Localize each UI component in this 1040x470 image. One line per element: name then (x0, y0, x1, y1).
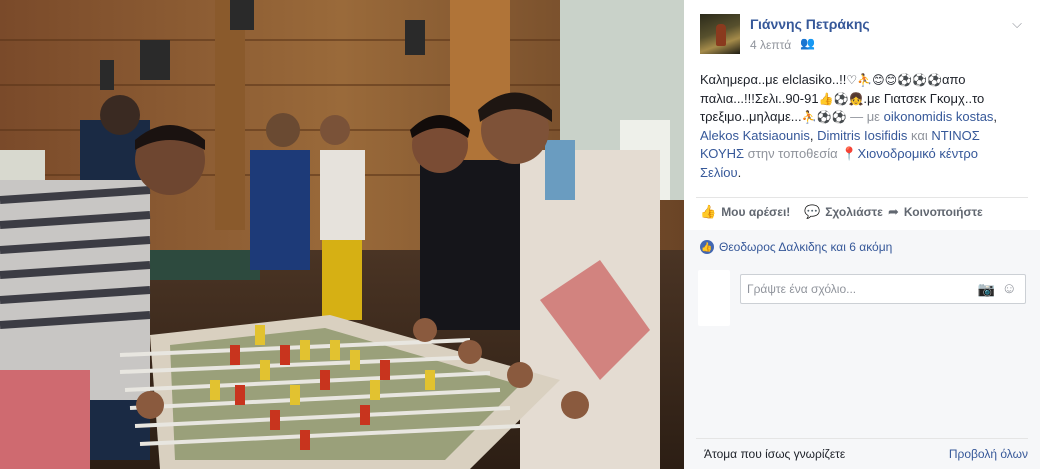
post-text-end: . (737, 164, 742, 180)
comment-input[interactable] (741, 275, 977, 303)
emoji-run: ⛹⚽⚽ (801, 110, 847, 124)
location-prefix: στην τοποθεσία (744, 146, 842, 161)
post-timestamp[interactable]: 4 λεπτά (750, 38, 791, 52)
comment-icon: 💬 (804, 204, 821, 219)
comment-button[interactable]: 💬 Σχολιάστε (804, 204, 883, 220)
share-label: Κοινοποιήστε (903, 205, 983, 219)
share-arrow-icon: ➦ (888, 204, 899, 219)
comment-label: Σχολιάστε (825, 205, 883, 219)
emoji-run: 👍⚽👧 (818, 91, 864, 106)
author-name[interactable]: Γιάννης Πετράκης (750, 16, 870, 32)
and-separator: και (907, 127, 932, 143)
comment-input-box[interactable]: 📷 ☺ (740, 274, 1026, 304)
tagged-person-link[interactable]: Dimitris Iosifidis (817, 128, 907, 143)
with-separator: — με (846, 109, 884, 124)
separator: , (993, 109, 998, 124)
post-header: Γιάννης Πετράκης 4 λεπτά 👥 ⌵ (700, 12, 1026, 56)
post-text-segment: Καλημερα..με elclasiko..!! (700, 72, 847, 87)
like-label: Μου αρέσει! (721, 205, 791, 219)
people-you-may-know-bar: Άτομα που ίσως γνωρίζετε Προβολή όλων (696, 438, 1028, 470)
chevron-down-icon[interactable]: ⌵ (1012, 16, 1022, 32)
smiley-icon[interactable]: ☺ (1002, 280, 1017, 297)
like-button[interactable]: 👍 Μου αρέσει! (700, 204, 790, 220)
suggestions-title: Άτομα που ίσως γνωρίζετε (704, 447, 846, 461)
location-pin-icon: 📍 (841, 146, 858, 161)
reactions-and-comments: 👍 Θεοδωρος Δαλκιδης και 6 ακόμη 📷 ☺ (684, 230, 1040, 469)
like-reaction-icon: 👍 (700, 240, 714, 254)
post-side-panel: Γιάννης Πετράκης 4 λεπτά 👥 ⌵ Καλημερα..μ… (684, 0, 1040, 469)
post-photo[interactable] (0, 0, 684, 469)
separator: , (809, 127, 818, 143)
viewer-avatar (698, 270, 730, 326)
share-button[interactable]: ➦ Κοινοποιήστε (888, 204, 983, 220)
tagged-person-link[interactable]: oikonomidis kostas (884, 109, 994, 124)
author-avatar[interactable] (700, 14, 740, 54)
reactions-summary[interactable]: 👍 Θεοδωρος Δαλκιδης και 6 ακόμη (700, 240, 892, 254)
camera-icon[interactable]: 📷 (978, 281, 995, 298)
divider (696, 197, 1028, 198)
thumbs-up-icon: 👍 (700, 204, 717, 219)
post-message: Καλημερα..με elclasiko..!!♡⛹😊😊⚽⚽⚽απο παλ… (700, 71, 1022, 182)
emoji-run: ♡⛹😊😊⚽⚽⚽ (846, 73, 942, 87)
reactions-names[interactable]: Θεοδωρος Δαλκιδης και 6 ακόμη (719, 240, 892, 254)
photo-image (0, 0, 684, 469)
see-all-link[interactable]: Προβολή όλων (949, 447, 1028, 461)
friends-icon[interactable]: 👥 (800, 36, 815, 50)
post-actions: 👍 Μου αρέσει! 💬 Σχολιάστε ➦ Κοινοποιήστε (700, 204, 1022, 224)
tagged-person-link[interactable]: Alekos Katsiaounis (700, 128, 810, 143)
